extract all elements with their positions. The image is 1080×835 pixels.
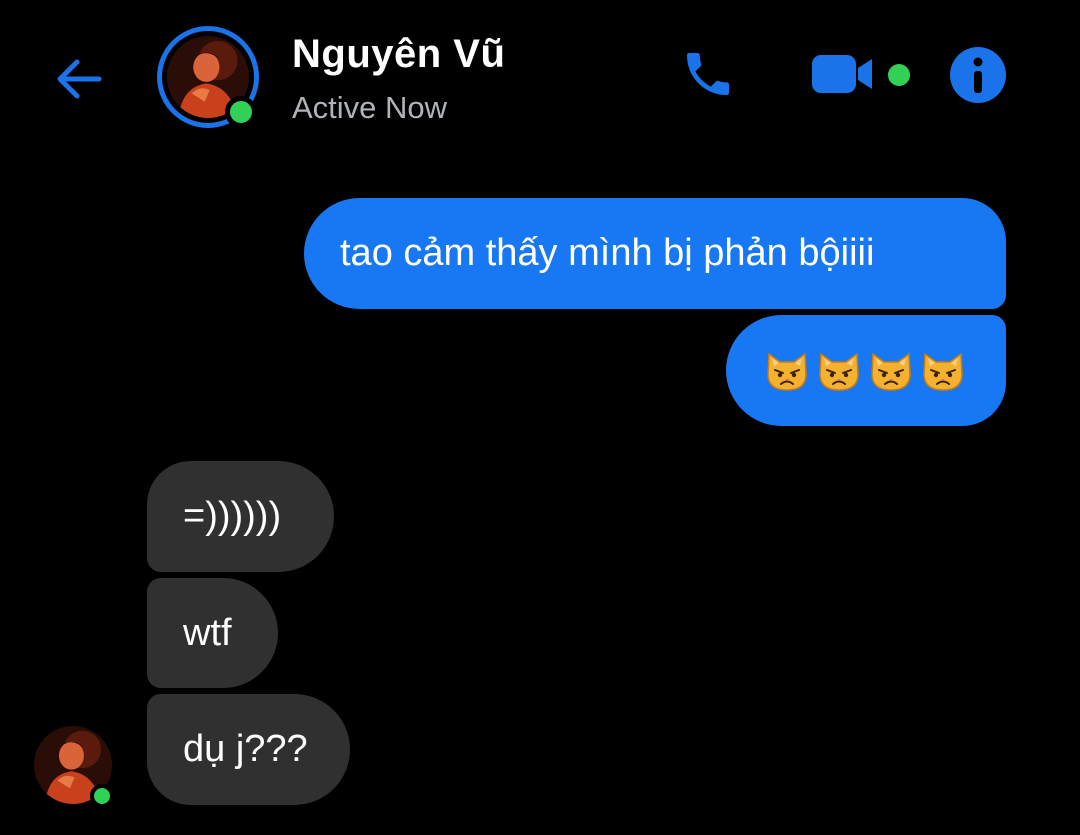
pouting-cat-face-icon (764, 348, 810, 394)
info-button[interactable] (948, 46, 1008, 109)
message-text: wtf (183, 611, 232, 654)
call-button[interactable] (676, 44, 740, 108)
video-call-button[interactable] (808, 50, 878, 102)
online-status-dot (225, 96, 257, 128)
video-active-dot (888, 64, 910, 86)
pouting-cat-face-icon (920, 348, 966, 394)
phone-icon (680, 46, 736, 107)
incoming-message[interactable]: =)))))) (147, 461, 334, 572)
outgoing-message[interactable]: tao cảm thấy mình bị phản bộiiii (304, 198, 1006, 309)
incoming-message[interactable]: wtf (147, 578, 278, 688)
message-text: tao cảm thấy mình bị phản bộiiii (340, 232, 875, 274)
video-camera-icon (810, 51, 876, 102)
message-text: =)))))) (183, 495, 282, 537)
info-icon (949, 46, 1007, 109)
pouting-cat-face-icon (868, 348, 914, 394)
pouting-cat-face-icon (816, 348, 862, 394)
outgoing-message[interactable] (726, 315, 1006, 426)
active-status: Active Now (292, 90, 448, 125)
incoming-message[interactable]: dụ j??? (147, 694, 350, 805)
arrow-left-icon (53, 53, 105, 110)
contact-name[interactable]: Nguyên Vũ (292, 32, 505, 77)
back-button[interactable] (50, 52, 108, 110)
message-text: dụ j??? (183, 728, 308, 770)
sender-online-dot (90, 784, 114, 808)
